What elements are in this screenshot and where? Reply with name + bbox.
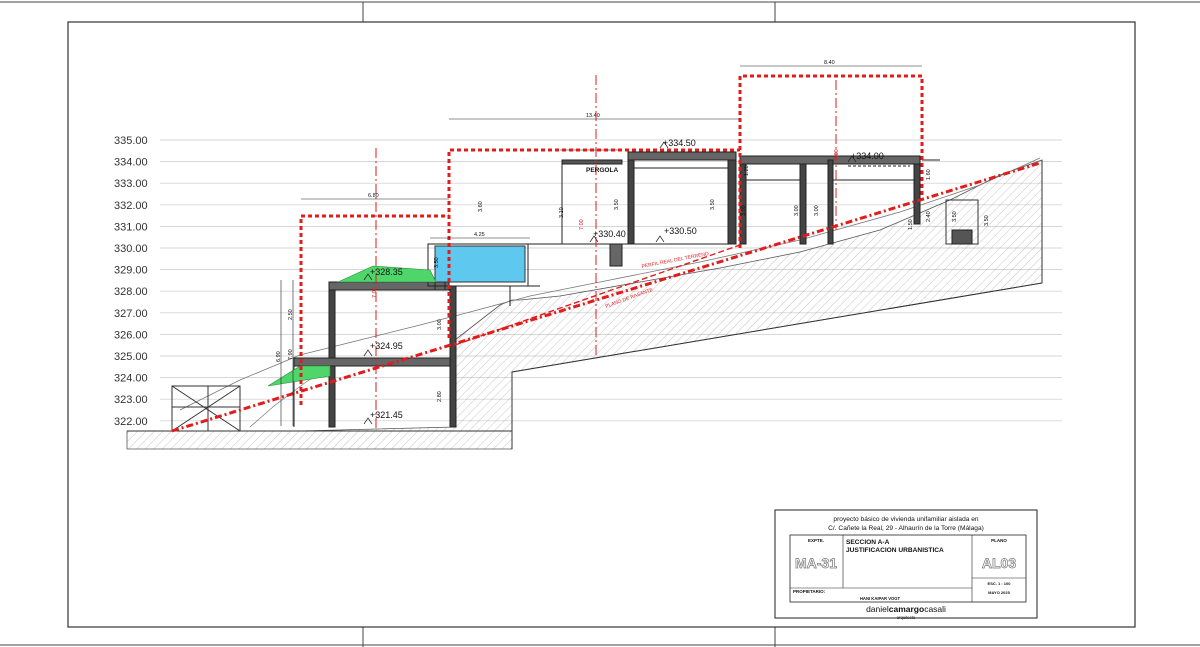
dim-350c: 3.50 (952, 211, 958, 222)
dim-120: 1.20 (744, 165, 750, 176)
elev-33040: +330.40 (593, 229, 626, 239)
level-label: 328.00 (114, 286, 148, 298)
dim-350b: 3.50 (710, 199, 716, 210)
elev-33400: +334.00 (851, 151, 884, 161)
plano-value: AL03 (982, 555, 1016, 571)
level-label: 330.00 (114, 243, 148, 255)
dim-300c: 3.00 (741, 205, 747, 216)
project-line-1: proyecto básico de vivienda unifamiliar … (833, 516, 978, 523)
level-label: 323.00 (114, 394, 148, 406)
dim-240: 2.40 (926, 211, 932, 222)
title-line-2: JUSTIFICACION URBANISTICA (846, 547, 944, 554)
dim-360: 3.60 (478, 201, 484, 212)
dim-150: 1.50 (908, 219, 914, 230)
level-label: 322.00 (114, 416, 148, 428)
pergola-label: PERGOLA (586, 167, 618, 174)
level-label: 333.00 (114, 178, 148, 190)
level-label: 331.00 (114, 221, 148, 233)
level-label: 327.00 (114, 308, 148, 320)
dim-700b: 7.00 (579, 219, 585, 230)
elev-32835: +328.35 (370, 267, 403, 277)
dim-350e: 3.50 (434, 257, 440, 268)
elev-33450: +334.50 (663, 138, 696, 148)
level-label: 332.00 (114, 200, 148, 212)
brand-logo: danielcamargocasali (866, 604, 946, 614)
level-labels: 335.00 334.00 333.00 332.00 331.00 330.00 329.… (114, 135, 148, 428)
elev-32495: +324.95 (370, 341, 403, 351)
dim-350d: 3.50 (984, 215, 990, 226)
dim-680: 6.80 (368, 193, 379, 199)
dim-700c: 7.00 (834, 149, 840, 160)
project-line-2: C/. Cañete la Real, 29 - Alhaurín de la … (828, 525, 984, 532)
dim-790: 7.90 (288, 349, 294, 360)
level-label: 329.00 (114, 265, 148, 277)
owner-label: PROPIETARIO: (793, 589, 826, 594)
drawing-sheet: 335.00 334.00 333.00 332.00 331.00 330.00 329.… (0, 1, 1200, 647)
dim-280: 2.80 (437, 391, 443, 402)
dim-160: 1.60 (926, 169, 932, 180)
scale-text: ESC. 1 : 100 (988, 581, 1012, 586)
dim-250: 2.50 (288, 309, 294, 320)
level-label: 324.00 (114, 373, 148, 385)
dim-300d: 3.00 (437, 319, 443, 330)
title-block: proyecto básico de vivienda unifamiliar … (774, 509, 1038, 620)
date-text: MAYO 2025 (988, 590, 1010, 595)
level-label: 326.00 (114, 329, 148, 341)
expte-label: EXPTE. (808, 538, 824, 543)
dim-1340: 13.40 (586, 113, 600, 119)
dim-690: 6.90 (276, 351, 282, 362)
dim-310: 3.10 (559, 207, 565, 218)
expte-value: MA-31 (795, 555, 837, 571)
plano-label: PLANO (991, 538, 1007, 543)
dim-700a: 7.00 (372, 287, 378, 298)
level-label: 335.00 (114, 135, 148, 147)
dim-840: 8.40 (824, 60, 835, 66)
title-line-1: SECCION A-A (846, 539, 890, 546)
level-label: 325.00 (114, 351, 148, 363)
level-label: 334.00 (114, 157, 148, 169)
brand-sub: arquitecto (897, 615, 916, 620)
owner-name: HANI KAIPAR VOGT (860, 596, 901, 601)
elev-33050: +330.50 (664, 226, 697, 236)
elev-32145: +321.45 (370, 410, 403, 420)
dim-300b: 3.00 (814, 205, 820, 216)
garden-area-lower (267, 365, 331, 387)
dim-300a: 3.00 (794, 205, 800, 216)
dim-425: 4.25 (474, 232, 485, 238)
stair-profile (249, 376, 315, 428)
dim-350a: 3.50 (614, 199, 620, 210)
